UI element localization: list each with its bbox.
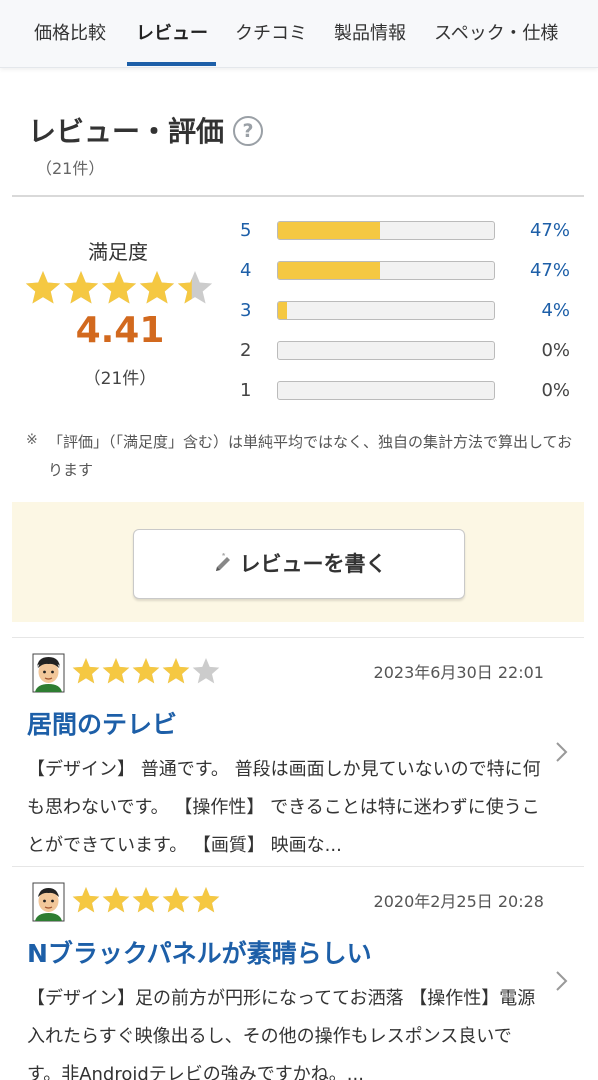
distribution-bar [277, 221, 495, 240]
distribution-bar-fill [278, 222, 380, 239]
review-date: 2020年2月25日 20:28 [373, 892, 544, 911]
section-divider [12, 195, 584, 197]
tab-kuchikomi[interactable]: クチコミ [235, 0, 307, 68]
star-fill [139, 271, 175, 304]
distribution-percent: 0% [541, 340, 570, 361]
write-review-label: レビューを書く [239, 552, 387, 576]
review-stars [72, 887, 220, 913]
avatar-icon [32, 653, 65, 693]
star-fill [102, 658, 130, 684]
tab-reviews[interactable]: レビュー [136, 0, 208, 68]
star-fill [72, 658, 100, 684]
distribution-bar [277, 261, 495, 280]
active-tab-indicator [127, 62, 216, 66]
tab-bar: 価格比較 レビュー クチコミ 製品情報 スペック・仕様 [0, 0, 598, 68]
review-card[interactable]: 2020年2月25日 20:28 Nブラックパネルが素晴らしい 【デザイン】足の… [12, 866, 584, 1080]
section-title: レビュー・評価 [28, 115, 225, 148]
note-mark: ※ [26, 432, 38, 448]
review-card[interactable]: 2023年6月30日 22:01 居間のテレビ 【デザイン】 普通です。 普段は… [12, 637, 584, 865]
satisfaction-score: 4.41 [75, 310, 165, 351]
distribution-row[interactable]: 5 47% [240, 219, 580, 243]
write-review-button[interactable]: レビューを書く [133, 529, 465, 599]
satisfaction-label: 満足度 [88, 240, 148, 264]
distribution-row: 2 0% [240, 339, 580, 363]
review-count: （21件） [36, 159, 105, 178]
star-fill [25, 271, 61, 304]
distribution-row[interactable]: 3 4% [240, 299, 580, 323]
review-stars [72, 658, 220, 684]
distribution-bar [277, 301, 495, 320]
star-fill [101, 271, 137, 304]
distribution-row[interactable]: 4 47% [240, 259, 580, 283]
chevron-right-icon[interactable] [552, 737, 572, 767]
distribution-row: 1 0% [240, 379, 580, 403]
star-fill [132, 658, 160, 684]
review-title[interactable]: Nブラックパネルが素晴らしい [27, 934, 372, 970]
distribution-bar [277, 341, 495, 360]
star-level-label: 1 [240, 380, 252, 401]
distribution-bar-fill [278, 302, 287, 319]
distribution-percent: 0% [541, 380, 570, 401]
rating-note: 「評価」（「満足度」含む）は単純平均ではなく、独自の集計方法で算出しております [48, 433, 573, 479]
tab-price-compare[interactable]: 価格比較 [34, 0, 106, 68]
star-fill [63, 271, 99, 304]
distribution-bar [277, 381, 495, 400]
distribution-percent[interactable]: 47% [530, 259, 570, 283]
question-circle-icon[interactable]: ? [233, 116, 263, 146]
pencil-icon [215, 553, 230, 571]
star-level-label: 2 [240, 340, 252, 361]
star-fill [132, 887, 160, 913]
review-body: 【デザイン】 普通です。 普段は画面しか見ていないので特に何も思わないです。 【… [27, 759, 541, 856]
star-fill [72, 887, 100, 913]
star-fill [162, 887, 190, 913]
chevron-right-icon[interactable] [552, 966, 572, 996]
tab-product-info[interactable]: 製品情報 [334, 0, 406, 68]
star-level-label[interactable]: 5 [240, 219, 260, 243]
satisfaction-count: （21件） [83, 369, 157, 389]
star-icon [192, 658, 220, 684]
star-level-label[interactable]: 3 [240, 299, 260, 323]
distribution-bar-fill [278, 262, 380, 279]
rating-stars [25, 271, 213, 304]
review-title[interactable]: 居間のテレビ [27, 705, 177, 741]
star-fill [192, 887, 220, 913]
review-date: 2023年6月30日 22:01 [373, 663, 544, 682]
distribution-percent[interactable]: 4% [541, 299, 570, 323]
star-fill [102, 887, 130, 913]
star-level-label[interactable]: 4 [240, 259, 260, 283]
review-body: 【デザイン】足の前方が円形になっててお洒落 【操作性】電源入れたらすぐ映像出るし… [27, 988, 536, 1080]
distribution-percent[interactable]: 47% [530, 219, 570, 243]
star-fill [162, 658, 190, 684]
tab-specs[interactable]: スペック・仕様 [434, 0, 558, 68]
avatar-icon [32, 882, 65, 922]
